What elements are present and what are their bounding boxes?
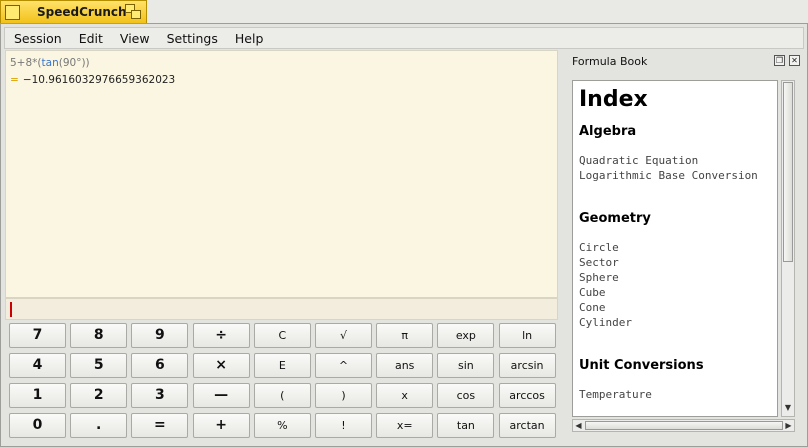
key-x-button[interactable]: x [376,383,434,408]
key-9-button[interactable]: 9 [131,323,189,348]
close-dock-icon[interactable]: ✕ [789,55,800,66]
key-sin-button[interactable]: sin [437,353,495,378]
section-heading: Geometry [579,211,651,226]
formula-link[interactable]: Circle [579,240,771,255]
scrollbar-thumb[interactable] [783,82,793,262]
scrollbar-thumb[interactable] [585,421,783,430]
key-arcsin-button[interactable]: arcsin [498,353,556,378]
section-heading: Unit Conversions [579,358,704,373]
formula-link[interactable]: Cube [579,285,771,300]
key-decimal-point-button[interactable]: . [70,413,128,438]
key-2-button[interactable]: 2 [70,383,128,408]
key-equals-button[interactable]: = [131,413,189,438]
formula-link[interactable]: Sphere [579,270,771,285]
key-4-button[interactable]: 4 [9,353,66,378]
key-ans-button[interactable]: ans [376,353,434,378]
restore-window-icon[interactable] [125,4,143,21]
formula-link[interactable]: Cone [579,300,771,315]
app-title-tab[interactable]: SpeedCrunch [0,0,147,23]
key-arccos-button[interactable]: arccos [498,383,556,408]
key-8-button[interactable]: 8 [70,323,128,348]
text-cursor [10,302,12,317]
main-window: Session Edit View Settings Help 5+8*(tan… [0,23,808,447]
key-7-button[interactable]: 7 [9,323,66,348]
key-power-button[interactable]: ^ [315,353,372,378]
key-ln-button[interactable]: ln [498,323,556,348]
menu-help[interactable]: Help [226,28,272,48]
menubar: Session Edit View Settings Help [4,27,804,49]
history-expression: 5+8*(tan(90°)) [10,57,90,69]
formula-link[interactable]: Temperature [579,387,771,402]
key-3-button[interactable]: 3 [131,383,189,408]
menu-session[interactable]: Session [5,28,70,48]
scroll-left-icon[interactable]: ◀ [573,420,584,431]
result-display[interactable]: 5+8*(tan(90°)) = −10.9616032976659362023 [5,50,558,298]
float-dock-icon[interactable]: ❐ [774,55,785,66]
formula-link[interactable]: Cylinder [579,315,771,330]
menu-edit[interactable]: Edit [70,28,111,48]
key-close-paren-button[interactable]: ) [315,383,372,408]
key-factorial-button[interactable]: ! [315,413,372,438]
function-name: tan [41,57,59,69]
key-5-button[interactable]: 5 [70,353,128,378]
window-menu-icon[interactable] [5,5,20,20]
key-0-button[interactable]: 0 [9,413,66,438]
section-heading: Algebra [579,124,637,139]
menu-settings[interactable]: Settings [158,28,226,48]
key-1-button[interactable]: 1 [9,383,66,408]
keypad: 7 8 9 ÷ C √ π exp ln 4 5 6 × E ^ ans sin arcsin 1 2 3—() x cos… [9,323,557,441]
key-tan-button[interactable]: tan [437,413,495,438]
history-result: = −10.9616032976659362023 [10,74,176,86]
dock-title: Formula Book [572,55,648,68]
expression-input[interactable] [5,298,558,320]
formula-book-content[interactable]: Index Algebra Quadratic Equation Logarit… [572,80,778,417]
horizontal-scrollbar[interactable]: ◀ ▶ [572,419,795,432]
app-title: SpeedCrunch [37,5,127,19]
scroll-right-icon[interactable]: ▶ [783,420,794,431]
menu-view[interactable]: View [111,28,158,48]
vertical-scrollbar[interactable]: ▼ [781,80,795,417]
key-arctan-button[interactable]: arctan [498,413,556,438]
key-plus-button[interactable]: + [192,413,250,438]
key-divide-button[interactable]: ÷ [192,323,250,348]
key-multiply-button[interactable]: × [192,353,250,378]
key-exp-button[interactable]: exp [437,323,495,348]
key-minus-button[interactable]: — [192,383,250,408]
formula-link[interactable]: Logarithmic Base Conversion [579,168,771,183]
key-cos-button[interactable]: cos [437,383,495,408]
key-percent-button[interactable]: % [253,413,311,438]
scroll-down-icon[interactable]: ▼ [782,403,794,415]
key-sqrt-button[interactable]: √ [315,323,372,348]
key-pi-button[interactable]: π [376,323,434,348]
key-assign-x-button[interactable]: x= [376,413,434,438]
key-clear-button[interactable]: C [253,323,311,348]
formula-link[interactable]: Quadratic Equation [579,153,771,168]
index-heading: Index [579,87,648,112]
formula-book-dock: Formula Book ❐ ✕ Index Algebra Quadratic… [561,50,806,441]
formula-link[interactable]: Sector [579,255,771,270]
key-6-button[interactable]: 6 [131,353,189,378]
key-exponent-button[interactable]: E [253,353,311,378]
key-open-paren-button[interactable]: ( [253,383,311,408]
